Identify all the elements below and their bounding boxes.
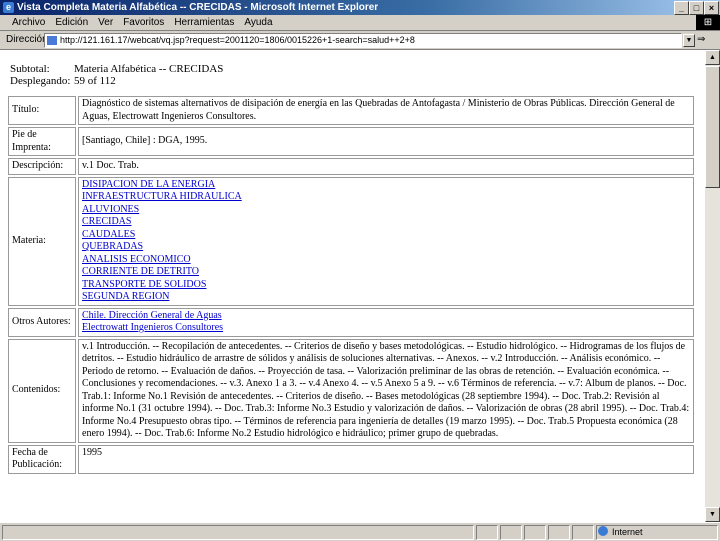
pubdate-label: Fecha de Publicación: — [8, 444, 76, 474]
status-pane — [476, 525, 498, 540]
go-button[interactable]: ⇒ — [697, 34, 705, 45]
status-pane — [548, 525, 570, 540]
imprint-row: Pie de Imprenta: [Santiago, Chile] : DGA… — [8, 127, 694, 156]
record-table: Título: Diagnóstico de sistemas alternat… — [6, 94, 696, 476]
maximize-button[interactable]: □ — [689, 1, 704, 15]
title-value: Diagnóstico de sistemas alternativos de … — [78, 96, 694, 125]
scroll-up-icon[interactable]: ▲ — [705, 50, 720, 65]
subject-link[interactable]: TRANSPORTE DE SOLIDOS — [82, 279, 690, 292]
author-link[interactable]: Chile. Dirección General de Aguas — [82, 310, 690, 323]
scroll-thumb[interactable] — [705, 66, 720, 188]
description-value: v.1 Doc. Trab. — [78, 158, 694, 175]
subjects-label: Materia: — [8, 176, 76, 306]
status-pane — [524, 525, 546, 540]
contents-row: Contenidos: v.1 Introducción. -- Recopil… — [8, 338, 694, 443]
zone-indicator: Internet — [598, 526, 643, 538]
subject-link[interactable]: CORRIENTE DE DETRITO — [82, 266, 690, 279]
description-row: Descripción: v.1 Doc. Trab. — [8, 158, 694, 175]
result-header: Subtotal: Materia Alfabética -- CRECIDAS … — [10, 63, 223, 87]
menu-herramientas[interactable]: Herramientas — [169, 15, 239, 30]
menu-edicion[interactable]: Edición — [50, 15, 93, 30]
authors-list: Chile. Dirección General de Aguas Electr… — [78, 307, 694, 337]
vertical-scrollbar[interactable]: ▲ ▼ — [705, 50, 720, 522]
description-label: Descripción: — [8, 158, 76, 175]
subject-link[interactable]: ALUVIONES — [82, 204, 690, 217]
subjects-row: Materia: DISIPACION DE LA ENERGIA INFRAE… — [8, 176, 694, 306]
close-button[interactable]: × — [704, 1, 719, 15]
display-label: Desplegando: — [10, 75, 71, 87]
address-dropdown-button[interactable]: ▼ — [683, 34, 695, 47]
scroll-down-icon[interactable]: ▼ — [705, 507, 720, 522]
title-row: Título: Diagnóstico de sistemas alternat… — [8, 96, 694, 125]
authors-label: Otros Autores: — [8, 307, 76, 337]
zone-text: Internet — [612, 527, 643, 537]
status-pane — [572, 525, 594, 540]
status-bar: Internet — [0, 522, 720, 541]
subject-link[interactable]: INFRAESTRUCTURA HIDRAULICA — [82, 191, 690, 204]
contents-label: Contenidos: — [8, 338, 76, 443]
menu-ayuda[interactable]: Ayuda — [239, 15, 277, 30]
address-input[interactable]: http://121.161.17/webcat/vq.jsp?request=… — [44, 33, 682, 48]
menu-favoritos[interactable]: Favoritos — [118, 15, 169, 30]
author-link[interactable]: Electrowatt Ingenieros Consultores — [82, 322, 690, 335]
page-content: Subtotal: Materia Alfabética -- CRECIDAS … — [0, 50, 705, 522]
subject-link[interactable]: SEGUNDA REGION — [82, 291, 690, 304]
page-icon — [47, 36, 57, 45]
ie-logo-icon: e — [3, 2, 14, 13]
address-bar: Dirección http://121.161.17/webcat/vq.js… — [0, 31, 720, 50]
status-pane — [500, 525, 522, 540]
subject-link[interactable]: ANALISIS ECONOMICO — [82, 254, 690, 267]
display-value: 59 of 112 — [74, 75, 116, 87]
window-title: Vista Completa Materia Alfabética -- CRE… — [17, 2, 379, 13]
menu-bar: Archivo Edición Ver Favoritos Herramientas Ay… — [0, 15, 720, 31]
imprint-label: Pie de Imprenta: — [8, 127, 76, 156]
subject-link[interactable]: CAUDALES — [82, 229, 690, 242]
globe-icon — [598, 526, 608, 536]
pubdate-value: 1995 — [78, 444, 694, 474]
subject-link[interactable]: DISIPACION DE LA ENERGIA — [82, 179, 690, 192]
windows-logo-icon: ⊞ — [696, 15, 720, 30]
address-url: http://121.161.17/webcat/vq.jsp?request=… — [60, 35, 415, 45]
pubdate-row: Fecha de Publicación: 1995 — [8, 444, 694, 474]
menu-ver[interactable]: Ver — [93, 15, 118, 30]
imprint-value: [Santiago, Chile] : DGA, 1995. — [78, 127, 694, 156]
status-text-pane — [2, 525, 474, 540]
subjects-list: DISIPACION DE LA ENERGIA INFRAESTRUCTURA… — [78, 176, 694, 306]
contents-value: v.1 Introducción. -- Recopilación de ant… — [78, 338, 694, 443]
subject-link[interactable]: CRECIDAS — [82, 216, 690, 229]
address-label: Dirección — [6, 34, 48, 45]
subtotal-label: Subtotal: — [10, 63, 50, 75]
minimize-button[interactable]: _ — [674, 1, 689, 15]
title-label: Título: — [8, 96, 76, 125]
title-bar: e Vista Completa Materia Alfabética -- C… — [0, 0, 720, 15]
authors-row: Otros Autores: Chile. Dirección General … — [8, 307, 694, 337]
menu-archivo[interactable]: Archivo — [0, 15, 50, 30]
subtotal-value: Materia Alfabética -- CRECIDAS — [74, 63, 224, 75]
subject-link[interactable]: QUEBRADAS — [82, 241, 690, 254]
